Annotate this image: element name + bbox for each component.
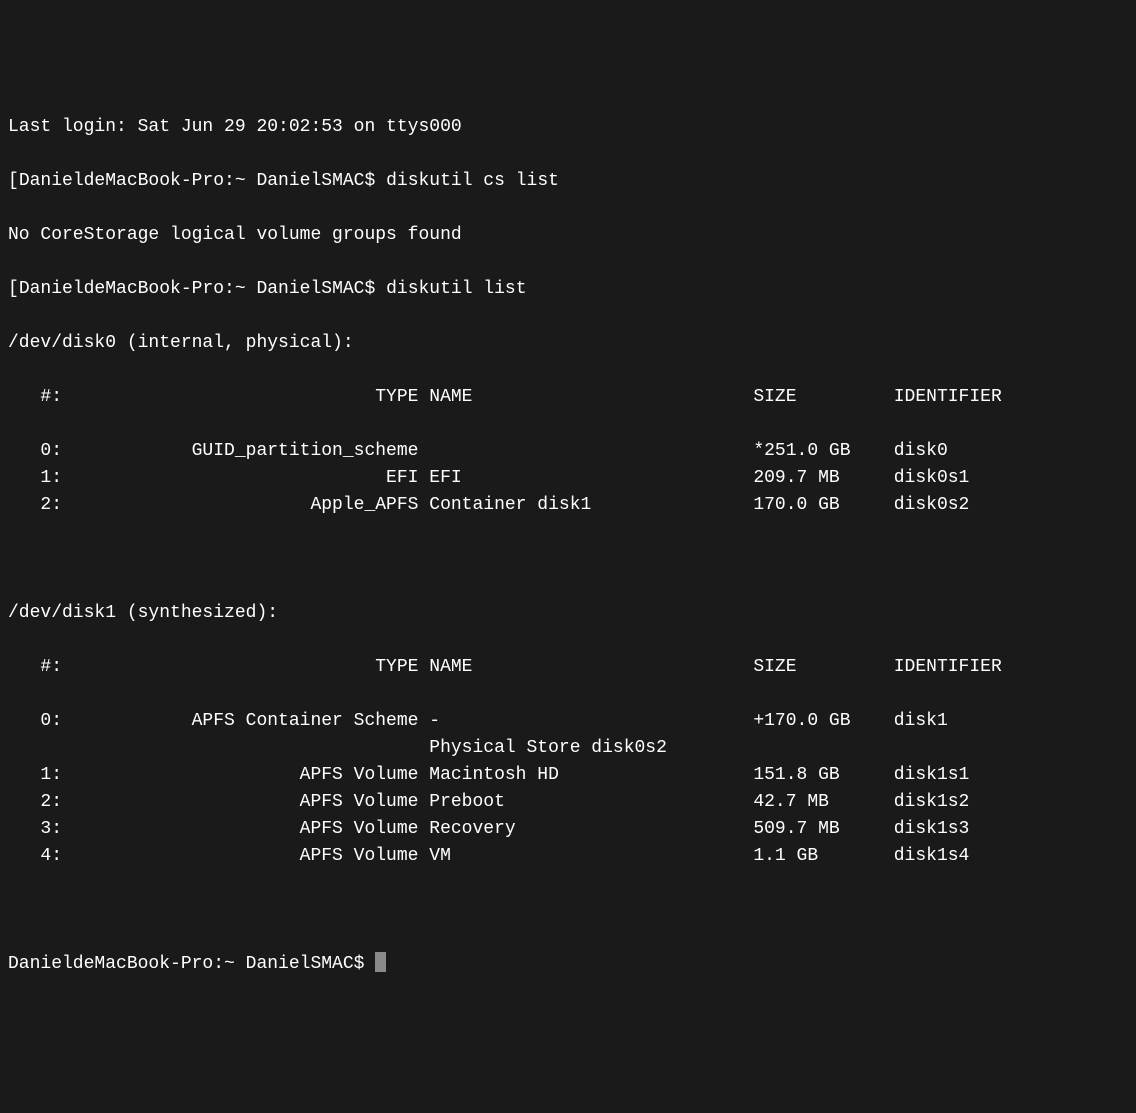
disk0-rows: 0: GUID_partition_scheme *251.0 GB disk0… xyxy=(8,438,1128,519)
cs-list-output: No CoreStorage logical volume groups fou… xyxy=(8,222,1128,249)
prompt-prefix: DanieldeMacBook-Pro:~ DanielSMAC$ xyxy=(19,171,375,191)
blank-line xyxy=(8,546,1128,573)
command-cs-list: diskutil cs list xyxy=(386,171,559,191)
table-row: 2: APFS Volume Preboot 42.7 MB disk1s2 xyxy=(8,789,1128,816)
prompt-prefix: DanieldeMacBook-Pro:~ DanielSMAC$ xyxy=(19,279,375,299)
disk0-header: /dev/disk0 (internal, physical): xyxy=(8,330,1128,357)
final-prompt: DanieldeMacBook-Pro:~ DanielSMAC$ xyxy=(8,954,375,974)
final-prompt-line[interactable]: DanieldeMacBook-Pro:~ DanielSMAC$ xyxy=(8,951,1128,978)
prompt-line-1[interactable]: [DanieldeMacBook-Pro:~ DanielSMAC$ disku… xyxy=(8,168,1128,195)
last-login-line: Last login: Sat Jun 29 20:02:53 on ttys0… xyxy=(8,114,1128,141)
command-list: diskutil list xyxy=(386,279,526,299)
disk1-col-headers: #: TYPE NAME SIZE IDENTIFIER xyxy=(8,654,1128,681)
disk1-rows: 0: APFS Container Scheme - +170.0 GB dis… xyxy=(8,708,1128,870)
table-row: 2: Apple_APFS Container disk1 170.0 GB d… xyxy=(8,492,1128,519)
table-row: 1: EFI EFI 209.7 MB disk0s1 xyxy=(8,465,1128,492)
table-row: 4: APFS Volume VM 1.1 GB disk1s4 xyxy=(8,843,1128,870)
table-row: 1: APFS Volume Macintosh HD 151.8 GB dis… xyxy=(8,762,1128,789)
prompt-line-2[interactable]: [DanieldeMacBook-Pro:~ DanielSMAC$ disku… xyxy=(8,276,1128,303)
blank-line-2 xyxy=(8,897,1128,924)
table-row: 3: APFS Volume Recovery 509.7 MB disk1s3 xyxy=(8,816,1128,843)
disk1-header: /dev/disk1 (synthesized): xyxy=(8,600,1128,627)
table-row-extra: Physical Store disk0s2 xyxy=(8,735,1128,762)
table-row: 0: APFS Container Scheme - +170.0 GB dis… xyxy=(8,708,1128,735)
disk0-col-headers: #: TYPE NAME SIZE IDENTIFIER xyxy=(8,384,1128,411)
cursor-icon xyxy=(375,952,386,972)
table-row: 0: GUID_partition_scheme *251.0 GB disk0 xyxy=(8,438,1128,465)
